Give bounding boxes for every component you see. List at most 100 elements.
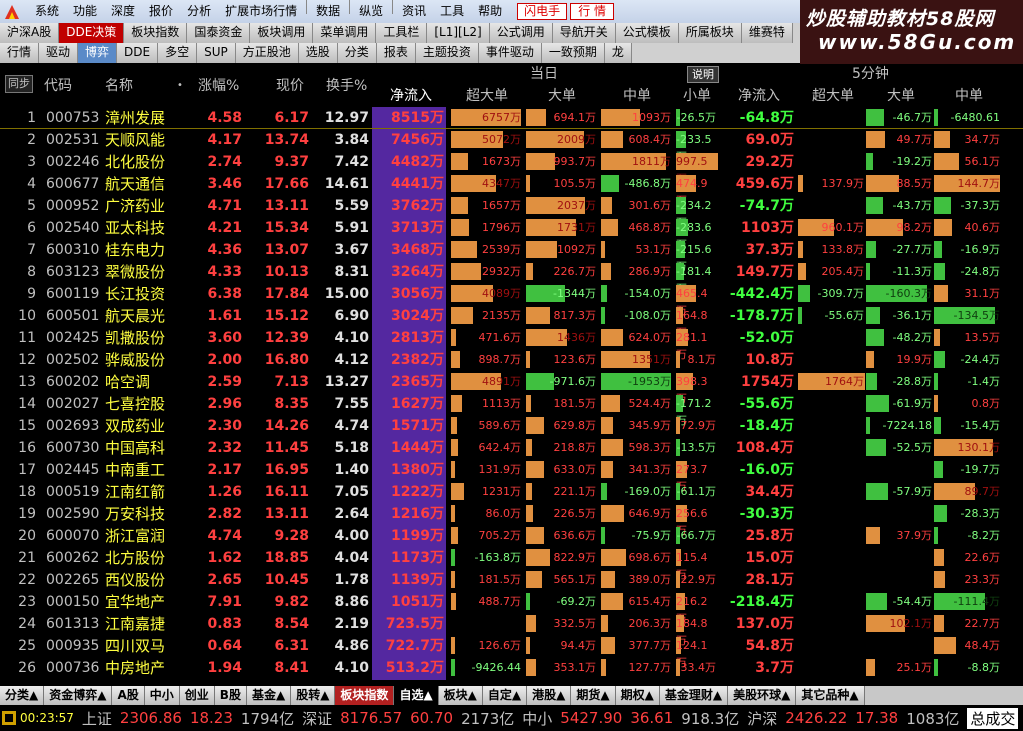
menu-item[interactable]: 资讯 xyxy=(395,0,433,23)
stock-name[interactable]: 西仪股份 xyxy=(105,569,165,591)
stock-code[interactable]: 002027 xyxy=(46,393,99,415)
bottom-tab[interactable]: 分类▲ xyxy=(0,686,45,705)
table-row[interactable]: 20 600070 浙江富润 4.74 9.28 4.00 1199万 705.2万 636.6… xyxy=(0,525,1023,547)
toolbar-tab[interactable]: 所属板块 xyxy=(678,23,742,43)
toolbar-tab[interactable]: 板块调用 xyxy=(250,23,314,43)
view-tab[interactable]: 博弈 xyxy=(78,43,118,63)
stock-name[interactable]: 广济药业 xyxy=(105,195,165,217)
stock-code[interactable]: 000935 xyxy=(46,635,99,657)
stock-name[interactable]: 双成药业 xyxy=(105,415,165,437)
stock-code[interactable]: 002445 xyxy=(46,459,99,481)
stock-name[interactable]: 亚太科技 xyxy=(105,217,165,239)
stock-code[interactable]: 600262 xyxy=(46,547,99,569)
stock-code[interactable]: 000952 xyxy=(46,195,99,217)
menu-item[interactable]: 分析 xyxy=(180,0,218,23)
total-volume-label[interactable]: 总成交 xyxy=(967,707,1019,729)
stock-code[interactable]: 600070 xyxy=(46,525,99,547)
stock-name[interactable]: 中南重工 xyxy=(105,459,165,481)
table-row[interactable]: 18 000519 江南红箭 1.26 16.11 7.05 1222万 1231万 221.1… xyxy=(0,481,1023,503)
bottom-tab[interactable]: 基金▲ xyxy=(246,686,292,705)
bottom-tab[interactable]: 期权▲ xyxy=(615,686,660,705)
subheader-today[interactable]: 超大单 xyxy=(451,86,523,106)
view-tab[interactable]: 龙 xyxy=(604,43,632,63)
bottom-tab[interactable]: 板块▲ xyxy=(438,686,483,705)
stock-code[interactable]: 000736 xyxy=(46,657,99,679)
stock-code[interactable]: 600119 xyxy=(46,283,99,305)
view-tab[interactable]: 分类 xyxy=(337,43,377,63)
view-tab[interactable]: DDE xyxy=(117,43,159,63)
col-turnover[interactable]: 换手% xyxy=(326,76,367,96)
bottom-tab[interactable]: 基金理财▲ xyxy=(659,686,729,705)
table-row[interactable]: 8 603123 翠微股份 4.33 10.13 8.31 3264万 2932万 226.7万… xyxy=(0,261,1023,295)
stock-code[interactable]: 002246 xyxy=(46,151,99,173)
menu-item[interactable]: 扩展市场行情 xyxy=(218,0,304,23)
table-row[interactable]: 21 600262 北方股份 1.62 18.85 4.04 1173万 -163.8万 822… xyxy=(0,547,1023,581)
table-row[interactable]: 17 002445 中南重工 2.17 16.95 1.40 1380万 131.9万 633.… xyxy=(0,459,1023,493)
table-row[interactable]: 4 600677 航天通信 3.46 17.66 14.61 4441万 4347万 105.5… xyxy=(0,173,1023,207)
stock-name[interactable]: 天顺风能 xyxy=(105,129,165,151)
stock-code[interactable]: 002265 xyxy=(46,569,99,591)
bottom-tab[interactable]: B股 xyxy=(214,686,247,705)
subheader-five[interactable]: 超大单 xyxy=(798,86,868,106)
hs-label[interactable]: 沪深 xyxy=(747,708,777,729)
table-row[interactable]: 15 002693 双成药业 2.30 14.26 4.74 1571万 589.6万 629.… xyxy=(0,415,1023,437)
subheader-today[interactable]: 小单 xyxy=(676,86,718,106)
bottom-tab[interactable]: 其它品种▲ xyxy=(796,686,865,705)
table-row[interactable]: 1 000753 漳州发展 4.58 6.17 12.97 8515万 6757万 694.1万… xyxy=(0,107,1023,129)
stock-name[interactable]: 桂东电力 xyxy=(105,239,165,261)
stock-name[interactable]: 中房地产 xyxy=(105,657,165,679)
table-row[interactable]: 13 600202 哈空调 2.59 7.13 13.27 2365万 4891万 -971.6… xyxy=(0,371,1023,405)
stock-code[interactable]: 000150 xyxy=(46,591,99,613)
bottom-tab[interactable]: 港股▲ xyxy=(527,686,572,705)
table-row[interactable]: 25 000935 四川双马 0.64 6.31 4.86 722.7万 126.6万 94.4… xyxy=(0,635,1023,669)
stock-name[interactable]: 万安科技 xyxy=(105,503,165,525)
stock-name[interactable]: 江南红箭 xyxy=(105,481,165,503)
toolbar-tab[interactable]: DDE决策 xyxy=(59,23,125,43)
view-tab[interactable]: 一致预期 xyxy=(541,43,605,63)
menu-item[interactable]: 纵览 xyxy=(352,0,390,23)
bottom-tab[interactable]: 板块指数 xyxy=(335,686,395,705)
stock-name[interactable]: 长江投资 xyxy=(105,283,165,305)
menu-item[interactable]: 数据 xyxy=(309,0,347,23)
stock-code[interactable]: 600501 xyxy=(46,305,99,327)
stock-name[interactable]: 骅威股份 xyxy=(105,349,165,371)
stock-name[interactable]: 航天晨光 xyxy=(105,305,165,327)
table-row[interactable]: 2 002531 天顺风能 4.17 13.74 3.84 7456万 5072万 2009万 6… xyxy=(0,129,1023,163)
view-tab[interactable]: 选股 xyxy=(298,43,338,63)
table-row[interactable]: 16 600730 中国高科 2.32 11.45 5.18 1444万 642.4万 218.… xyxy=(0,437,1023,459)
view-tab[interactable]: 事件驱动 xyxy=(478,43,542,63)
table-row[interactable]: 5 000952 广济药业 4.71 13.11 5.59 3762万 1657万 2037万 3… xyxy=(0,195,1023,229)
stock-name[interactable]: 四川双马 xyxy=(105,635,165,657)
table-row[interactable]: 19 002590 万安科技 2.82 13.11 2.64 1216万 86.0万 226.5… xyxy=(0,503,1023,537)
table-row[interactable]: 3 002246 北化股份 2.74 9.37 7.42 4482万 1673万 993.7万 1… xyxy=(0,151,1023,185)
stock-name[interactable]: 北方股份 xyxy=(105,547,165,569)
toolbar-tab[interactable]: 菜单调用 xyxy=(313,23,377,43)
view-tab[interactable]: 主题投资 xyxy=(415,43,479,63)
col-name[interactable]: 名称 xyxy=(105,76,133,96)
view-tab[interactable]: 方正股池 xyxy=(235,43,299,63)
subheader-today[interactable]: 净流入 xyxy=(376,86,446,106)
subheader-five[interactable]: 大单 xyxy=(866,86,936,106)
zx-label[interactable]: 中小 xyxy=(522,708,552,729)
stock-code[interactable]: 002531 xyxy=(46,129,99,151)
explain-button[interactable]: 说明 xyxy=(687,66,719,83)
toolbar-tab[interactable]: 公式调用 xyxy=(489,23,553,43)
toolbar-tab[interactable]: 导航开关 xyxy=(552,23,616,43)
stock-name[interactable]: 宜华地产 xyxy=(105,591,165,613)
table-row[interactable]: 24 601313 江南嘉捷 0.83 8.54 2.19 723.5万 332.5万 206.… xyxy=(0,613,1023,647)
bottom-tab[interactable]: 股转▲ xyxy=(291,686,336,705)
bottom-tab[interactable]: 中小 xyxy=(144,686,180,705)
sync-button[interactable]: 同步 xyxy=(5,75,33,93)
view-tab[interactable]: 驱动 xyxy=(39,43,79,63)
stock-name[interactable]: 航天通信 xyxy=(105,173,165,195)
stock-name[interactable]: 哈空调 xyxy=(105,371,150,393)
stock-name[interactable]: 中国高科 xyxy=(105,437,165,459)
subheader-five[interactable]: 中单 xyxy=(934,86,1004,106)
subheader-five[interactable]: 净流入 xyxy=(724,86,794,106)
stock-name[interactable]: 浙江富润 xyxy=(105,525,165,547)
sz-label[interactable]: 深证 xyxy=(302,708,332,729)
table-row[interactable]: 14 002027 七喜控股 2.96 8.35 7.55 1627万 1113万 181.5万… xyxy=(0,393,1023,427)
stock-code[interactable]: 600730 xyxy=(46,437,99,459)
col-change[interactable]: 涨幅% xyxy=(198,76,239,96)
stock-code[interactable]: 601313 xyxy=(46,613,99,635)
